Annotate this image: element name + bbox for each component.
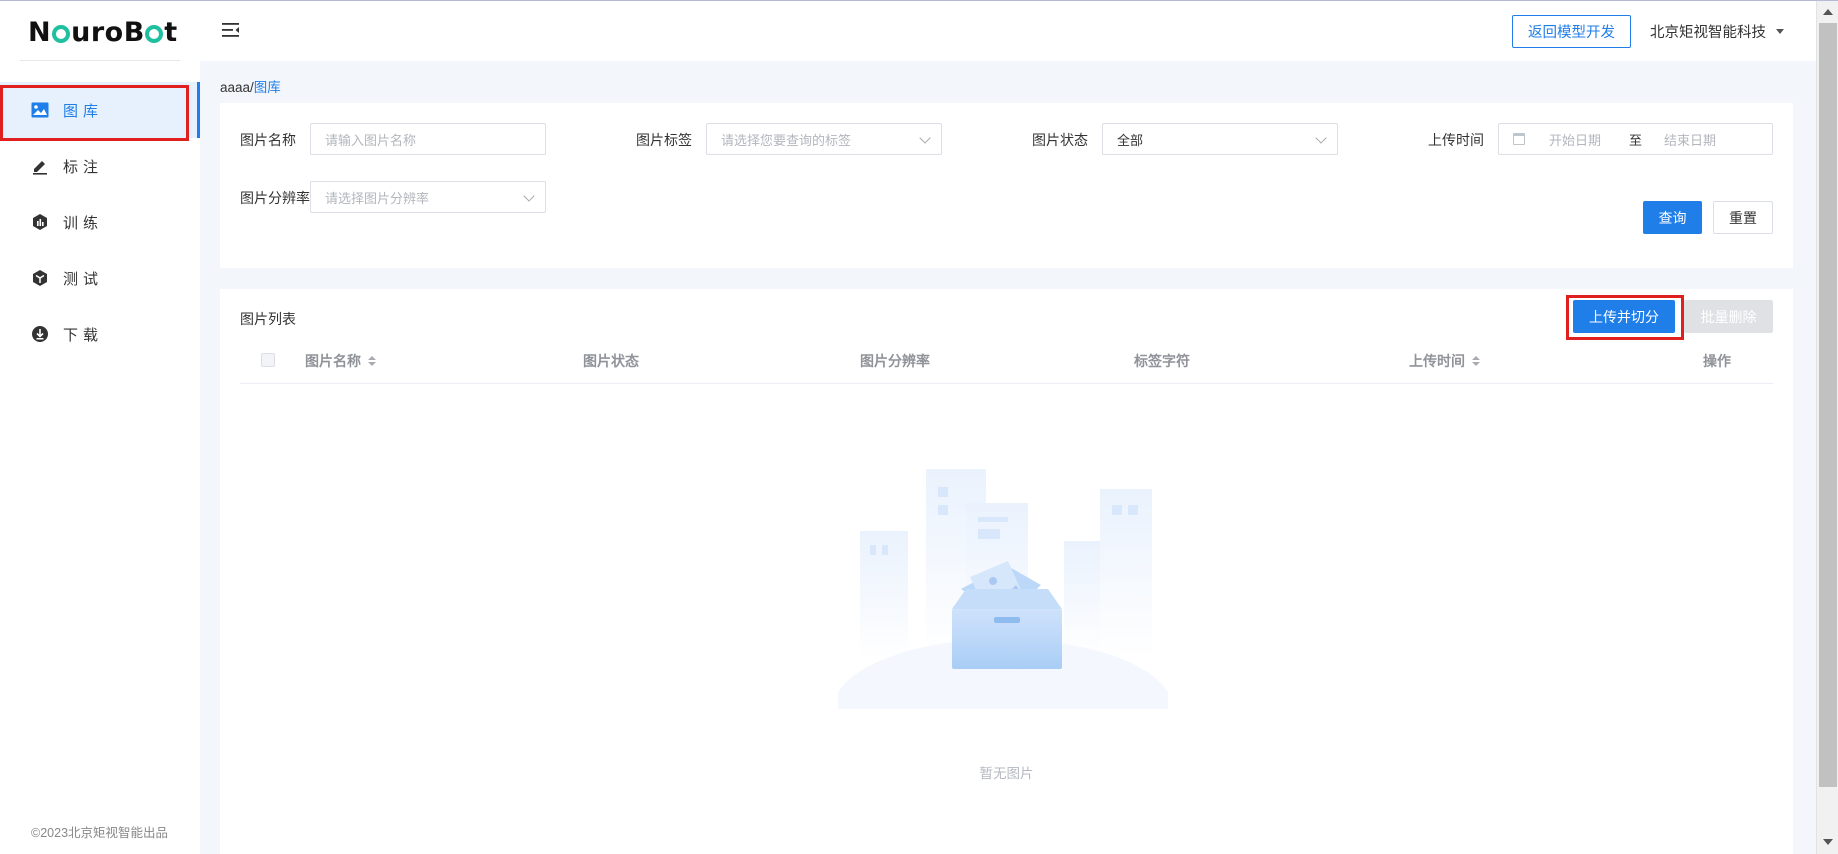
select-all-checkbox[interactable] bbox=[261, 353, 275, 367]
end-date-placeholder[interactable]: 结束日期 bbox=[1664, 130, 1716, 149]
image-status-label: 图片状态 bbox=[1032, 132, 1088, 148]
sort-icon[interactable] bbox=[1472, 356, 1480, 366]
column-resolution: 图片分辨率 bbox=[860, 353, 930, 369]
image-name-label: 图片名称 bbox=[240, 132, 296, 148]
breadcrumb-project[interactable]: aaaa/ bbox=[220, 80, 254, 95]
logo-divider bbox=[20, 60, 180, 61]
column-label: 上传时间 bbox=[1409, 353, 1465, 369]
empty-gallery-illustration bbox=[838, 469, 1168, 709]
download-icon bbox=[30, 324, 50, 344]
resolution-label: 图片分辨率 bbox=[240, 190, 310, 206]
column-tag-characters: 标签字符 bbox=[1134, 353, 1190, 369]
sort-icon[interactable] bbox=[368, 356, 376, 366]
pencil-icon bbox=[30, 156, 50, 176]
image-tag-select[interactable]: 请选择您要查询的标签 bbox=[706, 123, 942, 155]
company-dropdown[interactable]: 北京矩视智能科技 bbox=[1650, 21, 1784, 42]
scroll-up-arrow-icon[interactable] bbox=[1823, 9, 1833, 15]
batch-delete-button[interactable]: 批量删除 bbox=[1684, 300, 1773, 333]
column-upload-time[interactable]: 上传时间 bbox=[1409, 351, 1480, 371]
chevron-down-icon bbox=[919, 132, 931, 144]
sidebar-item-label: 下载 bbox=[63, 326, 104, 344]
reset-button[interactable]: 重置 bbox=[1713, 201, 1773, 234]
company-name: 北京矩视智能科技 bbox=[1650, 25, 1766, 41]
scrollbar-thumb[interactable] bbox=[1819, 23, 1837, 787]
column-image-status: 图片状态 bbox=[583, 353, 639, 369]
sidebar-item-test[interactable]: 测试 bbox=[0, 250, 200, 306]
breadcrumb: aaaa/图库 bbox=[220, 76, 281, 96]
sidebar-item-label: 训练 bbox=[63, 214, 104, 232]
return-model-dev-button[interactable]: 返回模型开发 bbox=[1512, 15, 1631, 48]
upload-time-label: 上传时间 bbox=[1428, 132, 1484, 148]
sidebar-item-label: 标注 bbox=[63, 158, 104, 176]
chart-hexagon-icon bbox=[30, 212, 50, 232]
date-range-separator: 至 bbox=[1629, 132, 1643, 148]
logo-ring-icon bbox=[145, 25, 164, 43]
logo-ring-icon bbox=[52, 25, 71, 43]
query-button[interactable]: 查询 bbox=[1643, 201, 1702, 234]
gallery-highlight-box bbox=[0, 85, 189, 141]
resolution-select[interactable]: 请选择图片分辨率 bbox=[310, 181, 546, 213]
chevron-down-icon bbox=[523, 190, 535, 202]
breadcrumb-current: 图库 bbox=[253, 80, 281, 95]
image-name-placeholder: 请输入图片名称 bbox=[325, 132, 417, 148]
column-image-name[interactable]: 图片名称 bbox=[305, 351, 376, 371]
start-date-placeholder[interactable]: 开始日期 bbox=[1549, 130, 1617, 149]
copyright-text: ©2023北京矩视智能出品 bbox=[31, 826, 169, 840]
image-status-value: 全部 bbox=[1117, 132, 1144, 148]
top-header: 返回模型开发 北京矩视智能科技 bbox=[200, 1, 1816, 61]
neurobot-logo[interactable]: Nuro Bt bbox=[28, 15, 178, 49]
cube-icon bbox=[30, 268, 50, 288]
resolution-placeholder: 请选择图片分辨率 bbox=[325, 190, 430, 206]
caret-down-icon bbox=[1776, 29, 1784, 34]
sidebar-item-train[interactable]: 训练 bbox=[0, 194, 200, 250]
table-header: 图片名称 图片状态 图片分辨率 标签字符 上传时间 操作 bbox=[240, 337, 1773, 384]
filter-panel: 图片名称 请输入图片名称 图片标签 请选择您要查询的标签 图片状态 全部 上传时… bbox=[220, 103, 1793, 268]
sidebar-item-label: 测试 bbox=[63, 270, 104, 288]
page-scrollbar[interactable] bbox=[1816, 1, 1838, 854]
image-tag-label: 图片标签 bbox=[636, 132, 692, 148]
sidebar-item-annotate[interactable]: 标注 bbox=[0, 138, 200, 194]
sidebar-item-download[interactable]: 下载 bbox=[0, 306, 200, 362]
image-tag-placeholder: 请选择您要查询的标签 bbox=[721, 132, 852, 148]
empty-state-text: 暂无图片 bbox=[979, 766, 1034, 781]
menu-collapse-icon[interactable] bbox=[222, 22, 240, 38]
image-status-select[interactable]: 全部 bbox=[1102, 123, 1338, 155]
scroll-down-arrow-icon[interactable] bbox=[1823, 839, 1833, 845]
upload-button-highlight-box bbox=[1566, 295, 1684, 340]
image-name-input[interactable]: 请输入图片名称 bbox=[310, 123, 546, 155]
calendar-icon bbox=[1513, 133, 1525, 145]
column-label: 图片名称 bbox=[305, 353, 361, 369]
chevron-down-icon bbox=[1315, 132, 1327, 144]
column-actions: 操作 bbox=[1703, 353, 1731, 369]
upload-date-range[interactable]: 开始日期 至 结束日期 bbox=[1498, 123, 1773, 155]
image-list-title: 图片列表 bbox=[240, 311, 296, 327]
image-list-panel: 图片列表 上传并切分 批量删除 图片名称 图片状态 图片分辨率 标签字符 上传时… bbox=[220, 289, 1793, 854]
